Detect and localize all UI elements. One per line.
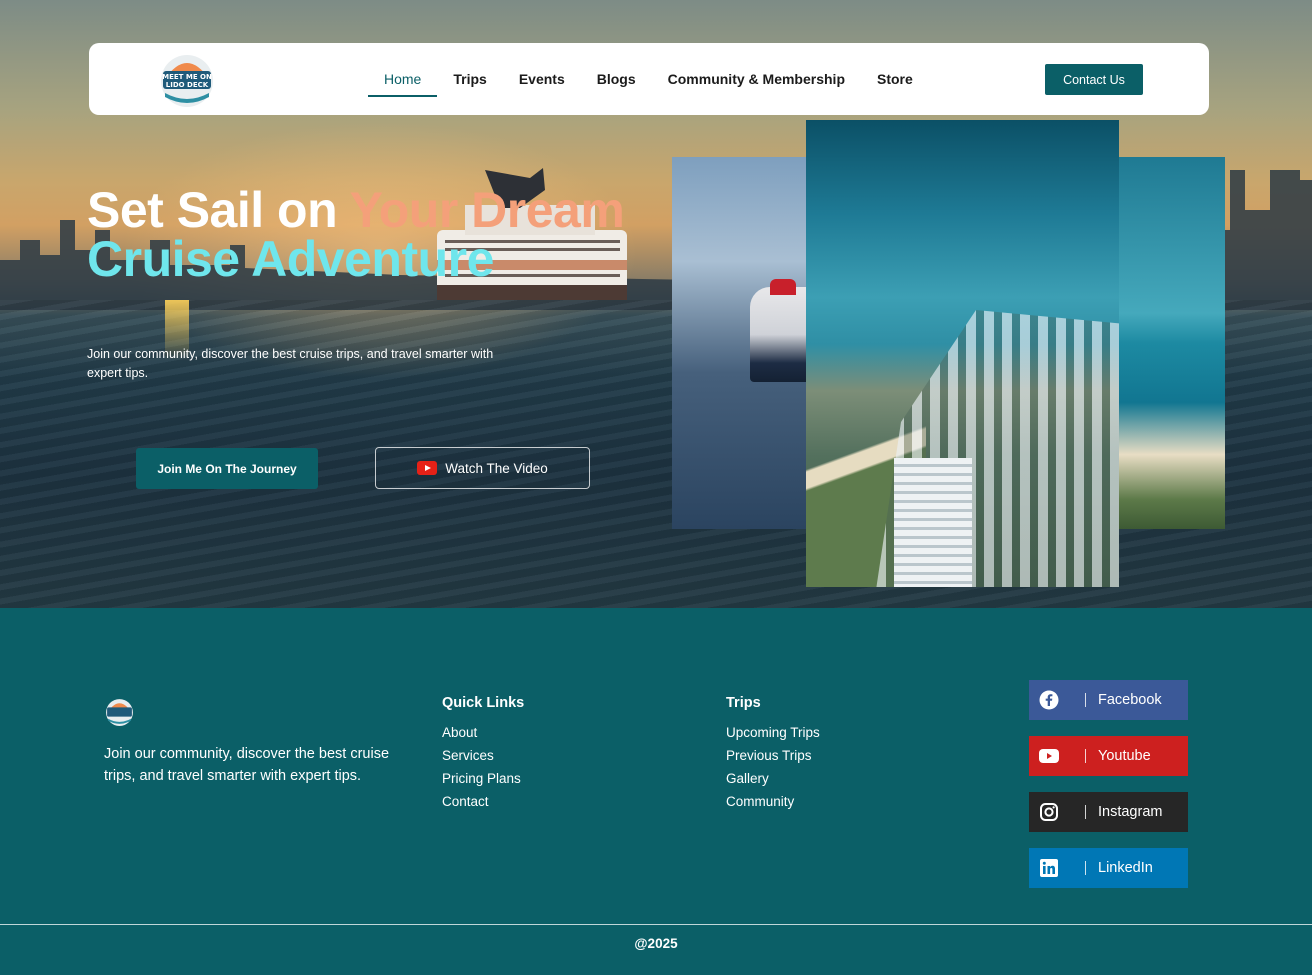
svg-text:MEET ME ON: MEET ME ON bbox=[162, 73, 212, 81]
copyright-text: @2025 bbox=[634, 936, 678, 951]
hero-section: MEET ME ON LIDO DECK Home Trips Events B… bbox=[0, 0, 1312, 608]
ship-photo-panel bbox=[672, 157, 806, 529]
linkedin-divider bbox=[1085, 861, 1086, 875]
footer-link-pricing-plans[interactable]: Pricing Plans bbox=[442, 771, 524, 787]
footer-link-upcoming-trips[interactable]: Upcoming Trips bbox=[726, 725, 820, 741]
facebook-divider bbox=[1085, 693, 1086, 707]
youtube-button[interactable]: Youtube bbox=[1029, 736, 1188, 776]
watch-video-button[interactable]: Watch The Video bbox=[375, 447, 590, 489]
footer-description: Join our community, discover the best cr… bbox=[104, 746, 390, 784]
city-beach-photo-panel bbox=[806, 120, 1119, 587]
main-menu: Home Trips Events Blogs Community & Memb… bbox=[368, 43, 929, 115]
facebook-button[interactable]: Facebook bbox=[1029, 680, 1188, 720]
top-navbar: MEET ME ON LIDO DECK Home Trips Events B… bbox=[89, 43, 1209, 115]
youtube-play-icon bbox=[417, 461, 438, 475]
join-journey-button[interactable]: Join Me On The Journey bbox=[136, 448, 318, 489]
site-footer: Join our community, discover the best cr… bbox=[0, 608, 1312, 975]
linkedin-icon bbox=[1029, 848, 1069, 888]
footer-link-about[interactable]: About bbox=[442, 725, 524, 741]
footer-logo[interactable] bbox=[104, 696, 135, 727]
hero-title-accent: Your Dream bbox=[349, 182, 625, 238]
footer-link-gallery[interactable]: Gallery bbox=[726, 771, 820, 787]
footer-link-community[interactable]: Community bbox=[726, 794, 820, 810]
instagram-label: Instagram bbox=[1098, 804, 1163, 820]
footer-link-services[interactable]: Services bbox=[442, 748, 524, 764]
ship-funnel bbox=[770, 279, 796, 295]
nav-store[interactable]: Store bbox=[861, 43, 929, 115]
ship-hull bbox=[750, 287, 806, 382]
hero-subtitle: Join our community, discover the best cr… bbox=[87, 347, 494, 380]
instagram-icon bbox=[1029, 792, 1069, 832]
coastline-photo-panel bbox=[1119, 157, 1225, 529]
linkedin-label: LinkedIn bbox=[1098, 860, 1153, 876]
trips-column: Trips Upcoming Trips Previous Trips Gall… bbox=[726, 695, 820, 817]
youtube-label: Youtube bbox=[1098, 748, 1151, 764]
quick-links-heading: Quick Links bbox=[442, 695, 525, 711]
hero-title: Set Sail on Your Dream Cruise Adventure bbox=[87, 185, 625, 287]
footer-link-contact[interactable]: Contact bbox=[442, 794, 524, 810]
youtube-divider bbox=[1085, 749, 1086, 763]
nav-events[interactable]: Events bbox=[503, 43, 581, 115]
highrise-tower bbox=[894, 458, 972, 587]
hero-title-line2: Cruise Adventure bbox=[87, 231, 494, 287]
contact-us-button[interactable]: Contact Us bbox=[1045, 64, 1143, 95]
linkedin-button[interactable]: LinkedIn bbox=[1029, 848, 1188, 888]
youtube-icon bbox=[1029, 736, 1069, 776]
quick-links-column: Quick Links About Services Pricing Plans… bbox=[442, 695, 524, 817]
trips-heading: Trips bbox=[726, 695, 761, 711]
watch-video-label: Watch The Video bbox=[445, 460, 548, 476]
hero-title-white: Set Sail on bbox=[87, 182, 350, 238]
footer-divider bbox=[0, 924, 1312, 925]
facebook-icon bbox=[1029, 680, 1069, 720]
instagram-button[interactable]: Instagram bbox=[1029, 792, 1188, 832]
svg-text:LIDO DECK: LIDO DECK bbox=[166, 81, 209, 89]
footer-link-previous-trips[interactable]: Previous Trips bbox=[726, 748, 820, 764]
site-logo[interactable]: MEET ME ON LIDO DECK bbox=[157, 49, 217, 109]
nav-community-membership[interactable]: Community & Membership bbox=[652, 43, 861, 115]
nav-blogs[interactable]: Blogs bbox=[581, 43, 652, 115]
facebook-label: Facebook bbox=[1098, 692, 1162, 708]
nav-home[interactable]: Home bbox=[368, 43, 438, 115]
nav-trips[interactable]: Trips bbox=[437, 43, 502, 115]
instagram-divider bbox=[1085, 805, 1086, 819]
